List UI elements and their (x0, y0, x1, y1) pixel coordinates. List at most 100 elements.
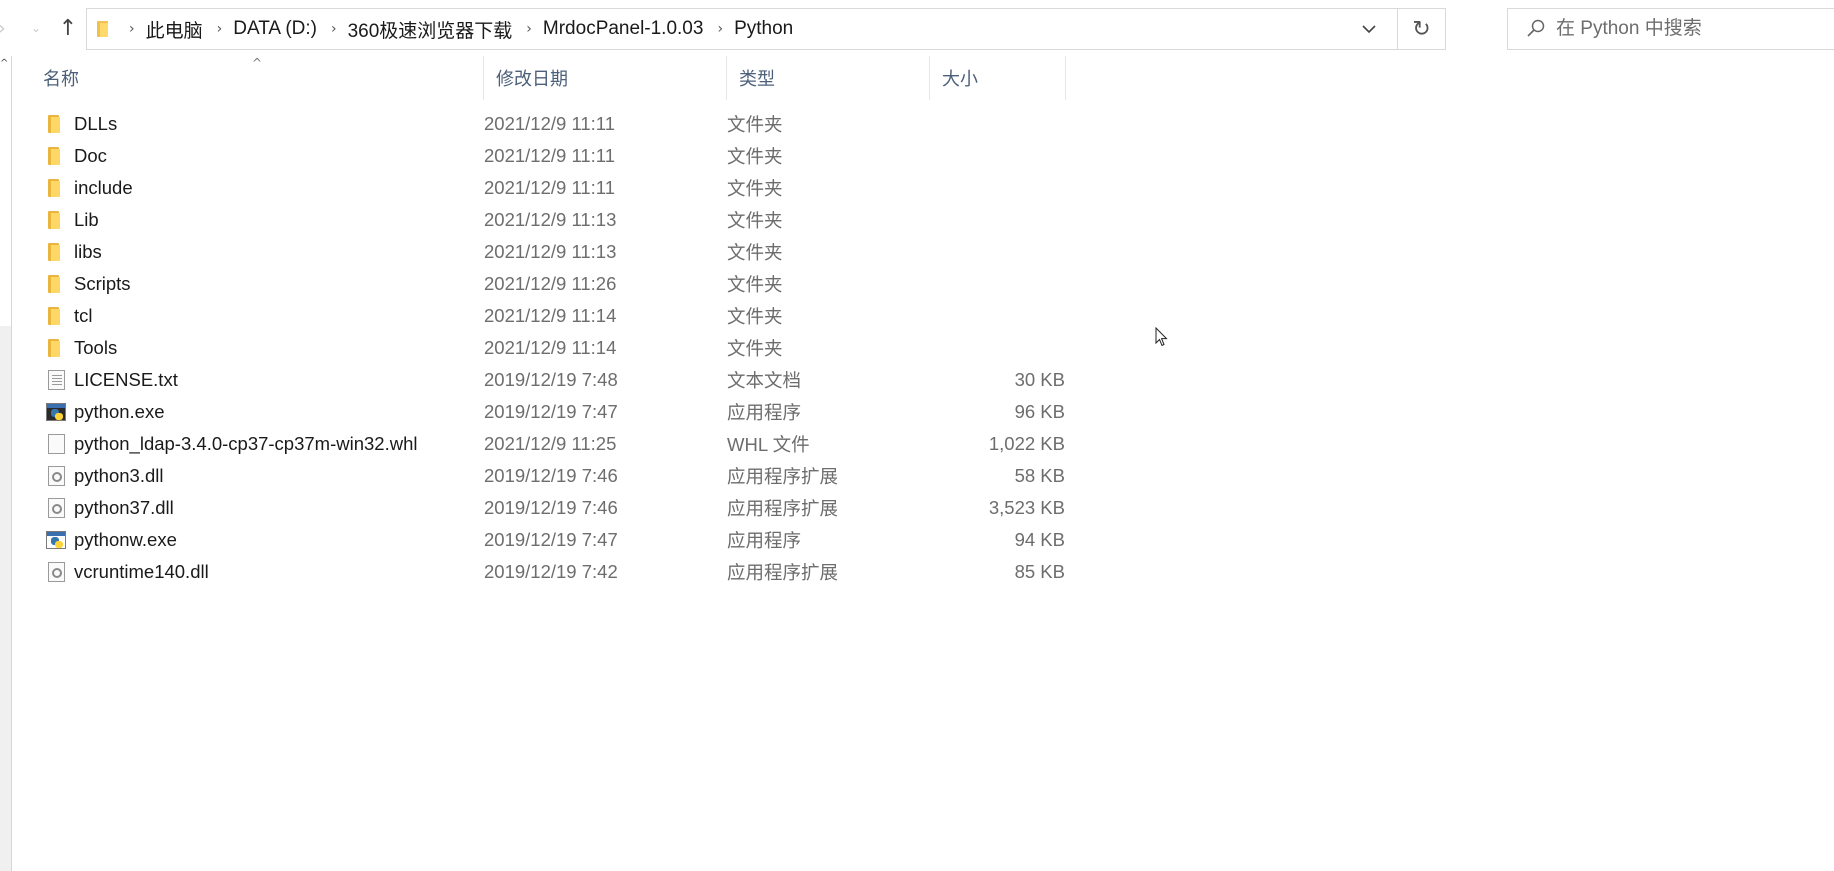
breadcrumb-this-pc[interactable]: 此电脑 (146, 16, 203, 43)
file-size: 58 KB (1014, 465, 1065, 486)
file-name: Tools (74, 337, 118, 358)
chevron-right-icon[interactable]: › (526, 21, 532, 37)
file-type: 文本文档 (727, 370, 802, 391)
file-date: 2021/12/9 11:11 (484, 177, 615, 198)
file-date: 2021/12/9 11:26 (484, 273, 617, 294)
file-name: libs (74, 241, 102, 262)
file-row[interactable]: python_ldap-3.4.0-cp37-cp37m-win32.whl 2… (12, 428, 1112, 460)
file-size: 30 KB (1014, 369, 1065, 390)
search-box[interactable] (1507, 8, 1834, 50)
file-type: 文件夹 (727, 338, 783, 359)
file-name: tcl (74, 305, 93, 326)
blank-file-icon (48, 434, 65, 454)
chevron-right-icon[interactable]: › (717, 21, 723, 37)
recent-locations-chevron-icon[interactable]: ⌄ (26, 12, 46, 44)
breadcrumb-python[interactable]: Python (734, 18, 793, 40)
file-name: DLLs (74, 113, 118, 134)
refresh-button[interactable]: ↻ (1397, 9, 1445, 49)
file-date: 2021/12/9 11:11 (484, 145, 615, 166)
file-size: 3,523 KB (988, 497, 1065, 518)
folder-icon (46, 146, 66, 166)
file-name: include (74, 177, 133, 198)
file-row[interactable]: pythonw.exe 2019/12/19 7:47 应用程序 94 KB (12, 524, 1112, 556)
file-name: python.exe (74, 401, 165, 422)
scroll-up-icon[interactable]: ^ (0, 58, 8, 69)
file-type: 文件夹 (727, 178, 783, 199)
folder-icon (46, 338, 66, 358)
folder-icon (46, 242, 66, 262)
folder-icon (97, 21, 115, 37)
chevron-down-icon (1362, 25, 1376, 34)
folder-icon (46, 306, 66, 326)
dll-file-icon (48, 562, 65, 582)
breadcrumb-mrdocpanel[interactable]: MrdocPanel-1.0.03 (543, 18, 704, 40)
dll-file-icon (48, 498, 65, 518)
file-type: 应用程序扩展 (727, 498, 839, 519)
back-arrow-icon[interactable]: › (0, 12, 12, 44)
column-header-size[interactable]: 大小 (930, 56, 1066, 100)
navigation-bar: › ⌄ ↑ › 此电脑 › DATA (D:) › 360极速浏览器下载 › M… (0, 0, 1834, 56)
column-header-name[interactable]: 名称 (12, 56, 484, 100)
file-row[interactable]: LICENSE.txt 2019/12/19 7:48 文本文档 30 KB (12, 364, 1112, 396)
file-date: 2021/12/9 11:13 (484, 241, 617, 262)
file-name: LICENSE.txt (74, 369, 178, 390)
file-row[interactable]: python3.dll 2019/12/19 7:46 应用程序扩展 58 KB (12, 460, 1112, 492)
column-header-date[interactable]: 修改日期 (484, 56, 727, 100)
up-arrow-icon[interactable]: ↑ (54, 12, 82, 44)
file-row[interactable]: tcl 2021/12/9 11:14 文件夹 (12, 300, 1112, 332)
column-headers: ^ 名称 修改日期 类型 大小 (12, 56, 1112, 100)
address-bar[interactable]: › 此电脑 › DATA (D:) › 360极速浏览器下载 › MrdocPa… (86, 8, 1446, 50)
file-size: 85 KB (1014, 561, 1065, 582)
chevron-right-icon[interactable]: › (331, 21, 337, 37)
file-row[interactable]: python37.dll 2019/12/19 7:46 应用程序扩展 3,52… (12, 492, 1112, 524)
file-row[interactable]: Doc 2021/12/9 11:11 文件夹 (12, 140, 1112, 172)
file-date: 2019/12/19 7:46 (484, 497, 618, 518)
scrollbar-thumb[interactable] (0, 326, 11, 871)
text-file-icon (48, 370, 65, 390)
file-row[interactable]: Lib 2021/12/9 11:13 文件夹 (12, 204, 1112, 236)
folder-icon (46, 210, 66, 230)
column-header-size-label: 大小 (942, 69, 978, 89)
column-header-type[interactable]: 类型 (727, 56, 930, 100)
column-header-date-label: 修改日期 (496, 69, 568, 89)
file-size: 94 KB (1014, 529, 1065, 550)
file-row[interactable]: libs 2021/12/9 11:13 文件夹 (12, 236, 1112, 268)
navigation-pane-scrollbar[interactable]: ^ (0, 56, 12, 871)
breadcrumb-downloads[interactable]: 360极速浏览器下载 (348, 16, 513, 43)
file-date: 2019/12/19 7:48 (484, 369, 618, 390)
file-date: 2019/12/19 7:47 (484, 529, 618, 550)
breadcrumb-drive[interactable]: DATA (D:) (233, 18, 317, 40)
address-history-dropdown[interactable] (1349, 9, 1389, 49)
refresh-icon: ↻ (1412, 16, 1431, 42)
file-list: DLLs 2021/12/9 11:11 文件夹 Doc 2021/12/9 1… (12, 108, 1112, 588)
file-size: 1,022 KB (988, 433, 1065, 454)
column-header-name-label: 名称 (43, 69, 79, 89)
file-type: 文件夹 (727, 274, 783, 295)
file-type: 文件夹 (727, 146, 783, 167)
file-type: 文件夹 (727, 242, 783, 263)
file-row[interactable]: vcruntime140.dll 2019/12/19 7:42 应用程序扩展 … (12, 556, 1112, 588)
file-type: 应用程序 (727, 402, 802, 423)
file-type: 文件夹 (727, 306, 783, 327)
file-row[interactable]: DLLs 2021/12/9 11:11 文件夹 (12, 108, 1112, 140)
file-date: 2021/12/9 11:25 (484, 433, 617, 454)
file-row[interactable]: Tools 2021/12/9 11:14 文件夹 (12, 332, 1112, 364)
file-name: python3.dll (74, 465, 164, 486)
folder-icon (46, 274, 66, 294)
file-row[interactable]: Scripts 2021/12/9 11:26 文件夹 (12, 268, 1112, 300)
file-date: 2021/12/9 11:11 (484, 113, 615, 134)
search-icon (1516, 9, 1556, 49)
file-name: vcruntime140.dll (74, 561, 209, 582)
chevron-right-icon[interactable]: › (129, 21, 135, 37)
chevron-right-icon[interactable]: › (217, 21, 223, 37)
file-date: 2021/12/9 11:14 (484, 305, 617, 326)
file-row[interactable]: python.exe 2019/12/19 7:47 应用程序 96 KB (12, 396, 1112, 428)
file-type: 文件夹 (727, 114, 783, 135)
file-row[interactable]: include 2021/12/9 11:11 文件夹 (12, 172, 1112, 204)
folder-icon (46, 178, 66, 198)
search-input[interactable] (1556, 18, 1816, 40)
file-date: 2021/12/9 11:14 (484, 337, 617, 358)
column-header-type-label: 类型 (739, 69, 775, 89)
file-name: pythonw.exe (74, 529, 177, 550)
file-date: 2019/12/19 7:46 (484, 465, 618, 486)
